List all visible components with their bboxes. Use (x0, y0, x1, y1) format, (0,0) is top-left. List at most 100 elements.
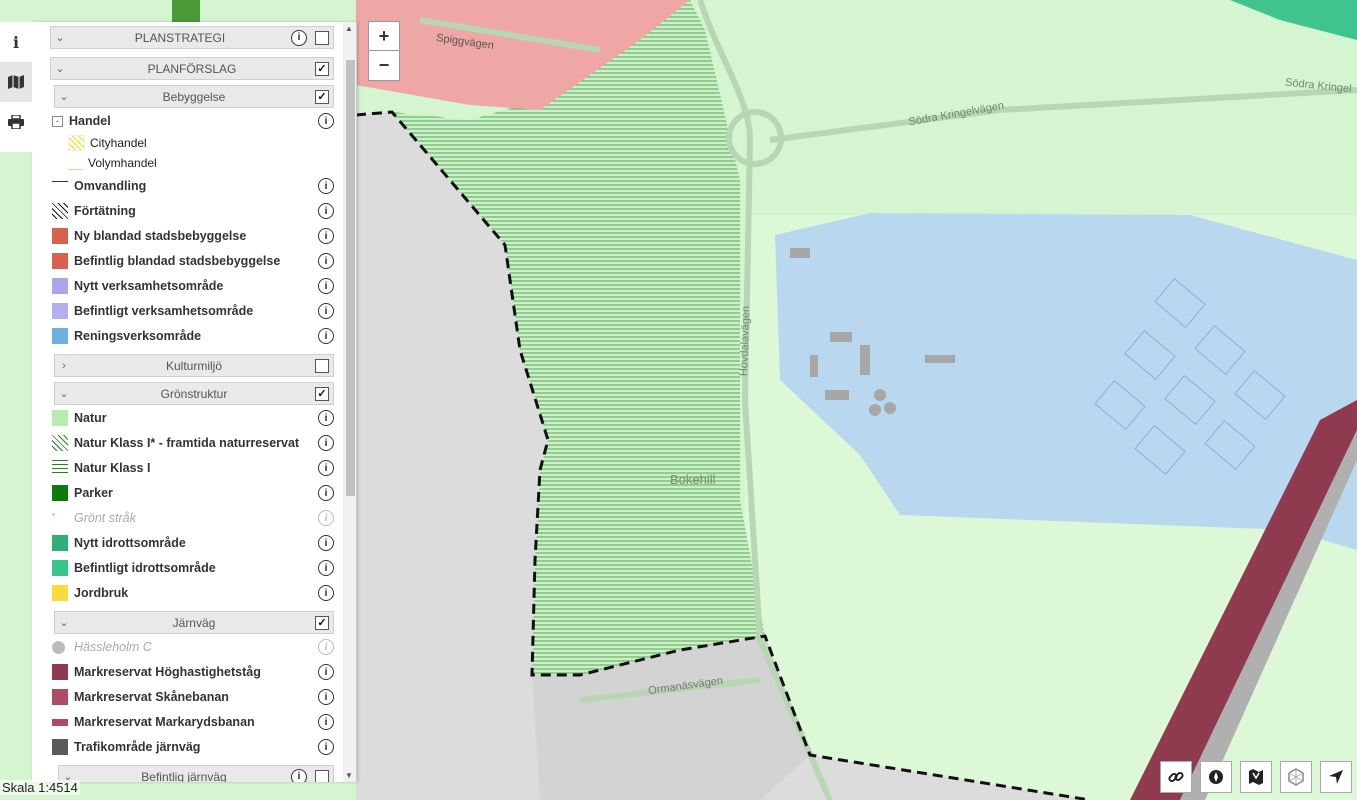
scroll-thumb[interactable] (346, 60, 355, 496)
group-kulturmiljo[interactable]: › Kulturmiljö (54, 354, 334, 377)
group-bebyggelse[interactable]: ⌄ Bebyggelse ✓ (54, 85, 334, 108)
info-icon[interactable]: i (318, 253, 334, 269)
swatch (52, 689, 68, 705)
info-icon[interactable]: i (318, 535, 334, 551)
legend-item-ny-blandad[interactable]: Ny blandad stadsbebyggelse i (52, 225, 334, 247)
legend-item-nytt-verksamhet[interactable]: Nytt verksamhetsområde i (52, 275, 334, 297)
info-icon[interactable]: i (318, 203, 334, 219)
group-planforslag[interactable]: ⌄ PLANFÖRSLAG ✓ (50, 57, 334, 80)
zoom-in-button[interactable]: + (368, 21, 400, 52)
map-icon[interactable] (0, 62, 32, 102)
chevron-right-icon[interactable]: › (55, 360, 73, 372)
legend-item-reningsverk[interactable]: Reningsverksområde i (52, 325, 334, 347)
legend-item-hassleholm-c[interactable]: Hässleholm C i (52, 636, 334, 658)
legend-item-skanebanan[interactable]: Markreservat Skånebanan i (52, 686, 334, 708)
legend-subitem-volymhandel: Volymhandel (68, 155, 157, 170)
info-icon[interactable]: i (291, 768, 307, 782)
scroll-up-icon[interactable]: ▲ (345, 24, 353, 33)
chevron-down-icon[interactable]: ⌄ (51, 31, 69, 44)
legend-item-jordbruk[interactable]: Jordbruk i (52, 582, 334, 604)
locate-icon[interactable] (1320, 761, 1352, 793)
info-icon[interactable]: i (291, 29, 307, 46)
scroll-down-icon[interactable]: ▼ (345, 771, 353, 780)
legend-label: Parker (74, 486, 113, 500)
legend-label: Hässleholm C (74, 640, 152, 654)
swatch (52, 664, 68, 680)
legend-item-natur-klass-i-star[interactable]: Natur Klass I* - framtida naturreservat … (52, 432, 334, 454)
legend-label: Volymhandel (88, 155, 157, 170)
info-icon[interactable]: i (318, 460, 334, 476)
info-icon[interactable]: i (0, 22, 32, 62)
chevron-down-icon[interactable]: ⌄ (55, 90, 73, 103)
info-icon[interactable]: i (318, 228, 334, 244)
print-icon[interactable] (0, 102, 32, 142)
swatch (52, 560, 68, 576)
swatch (52, 460, 68, 476)
legend-item-gront-strak[interactable]: ▪ Grönt stråk i (52, 507, 334, 529)
zoom-out-button[interactable]: − (368, 50, 400, 81)
info-icon[interactable]: i (318, 328, 334, 344)
legend-scrollbar[interactable]: ▲ ▼ (343, 22, 356, 782)
legend-label: Natur Klass I (74, 461, 151, 475)
info-icon[interactable]: i (318, 639, 334, 655)
checkbox[interactable] (315, 769, 329, 782)
checkbox-checked[interactable]: ✓ (315, 89, 329, 104)
group-label: Kulturmiljö (165, 358, 222, 373)
group-gronstruktur[interactable]: ⌄ Grönstruktur ✓ (54, 382, 334, 405)
legend-item-omvandling[interactable]: Omvandling i (52, 175, 334, 197)
info-icon[interactable]: i (318, 278, 334, 294)
swatch (52, 203, 68, 219)
group-jarnvag[interactable]: ⌄ Järnväg ✓ (54, 611, 334, 634)
swatch (52, 253, 68, 269)
swatch (52, 739, 68, 755)
legend-label: Omvandling (74, 179, 147, 193)
legend-label: Natur Klass I* - framtida naturreservat (74, 436, 300, 450)
legend-item-fortatning[interactable]: Förtätning i (52, 200, 334, 222)
legend-item-hoghastighet[interactable]: Markreservat Höghastighetståg i (52, 661, 334, 683)
info-icon[interactable]: i (318, 410, 334, 426)
checkbox[interactable] (315, 358, 329, 373)
info-icon[interactable]: i (318, 113, 334, 129)
checkbox[interactable] (315, 30, 329, 45)
legend-item-markarydsbanan[interactable]: Markreservat Markarydsbanan i (52, 711, 334, 733)
info-icon[interactable]: i (318, 585, 334, 601)
legend-item-trafikomrade[interactable]: Trafikområde järnväg i (52, 736, 334, 758)
legend-label: Jordbruk (74, 586, 129, 600)
checkbox-checked[interactable]: ✓ (315, 615, 329, 630)
info-icon[interactable]: i (318, 303, 334, 319)
chevron-down-icon[interactable]: ⌄ (55, 387, 73, 400)
map-label-hovdalavagen: Hovdalavägen (737, 305, 753, 377)
group-planstrategi[interactable]: ⌄ PLANSTRATEGI i (50, 26, 334, 49)
polygon-icon[interactable] (1280, 761, 1312, 793)
group-label: Befintlig järnväg (141, 769, 227, 783)
collapse-toggle[interactable]: - (52, 115, 63, 127)
checkbox-checked[interactable]: ✓ (315, 386, 329, 401)
legend-item-befintligt-verksamhet[interactable]: Befintligt verksamhetsområde i (52, 300, 334, 322)
legend-item-parker[interactable]: Parker i (52, 482, 334, 504)
info-icon[interactable]: i (318, 510, 334, 526)
info-icon[interactable]: i (318, 664, 334, 680)
info-icon[interactable]: i (318, 739, 334, 755)
info-icon[interactable]: i (318, 485, 334, 501)
swatch: ▪ (52, 510, 55, 519)
legend-item-natur[interactable]: Natur i (52, 407, 334, 429)
chevron-down-icon[interactable]: ⌄ (55, 616, 73, 629)
legend-item-befintligt-idrott[interactable]: Befintligt idrottsområde i (52, 557, 334, 579)
legend-item-handel[interactable]: - Handel i (52, 110, 334, 132)
info-icon[interactable]: i (318, 560, 334, 576)
legend-item-natur-klass-i[interactable]: Natur Klass I i (52, 457, 334, 479)
info-icon[interactable]: i (318, 714, 334, 730)
info-icon[interactable]: i (318, 689, 334, 705)
info-icon[interactable]: i (318, 178, 334, 194)
legend-label: Nytt idrottsområde (74, 536, 186, 550)
legend-item-nytt-idrott[interactable]: Nytt idrottsområde i (52, 532, 334, 554)
legend-label: Nytt verksamhetsområde (74, 279, 224, 293)
compass-icon[interactable] (1200, 761, 1232, 793)
map-layers-icon[interactable] (1240, 761, 1272, 793)
chevron-down-icon[interactable]: ⌄ (51, 62, 69, 75)
checkbox-checked[interactable]: ✓ (315, 61, 329, 76)
info-icon[interactable]: i (318, 435, 334, 451)
legend-item-befintlig-blandad[interactable]: Befintlig blandad stadsbebyggelse i (52, 250, 334, 272)
group-befintlig-jarnvag[interactable]: ⌄ Befintlig järnväg i (58, 765, 334, 782)
link-icon[interactable] (1160, 761, 1192, 793)
